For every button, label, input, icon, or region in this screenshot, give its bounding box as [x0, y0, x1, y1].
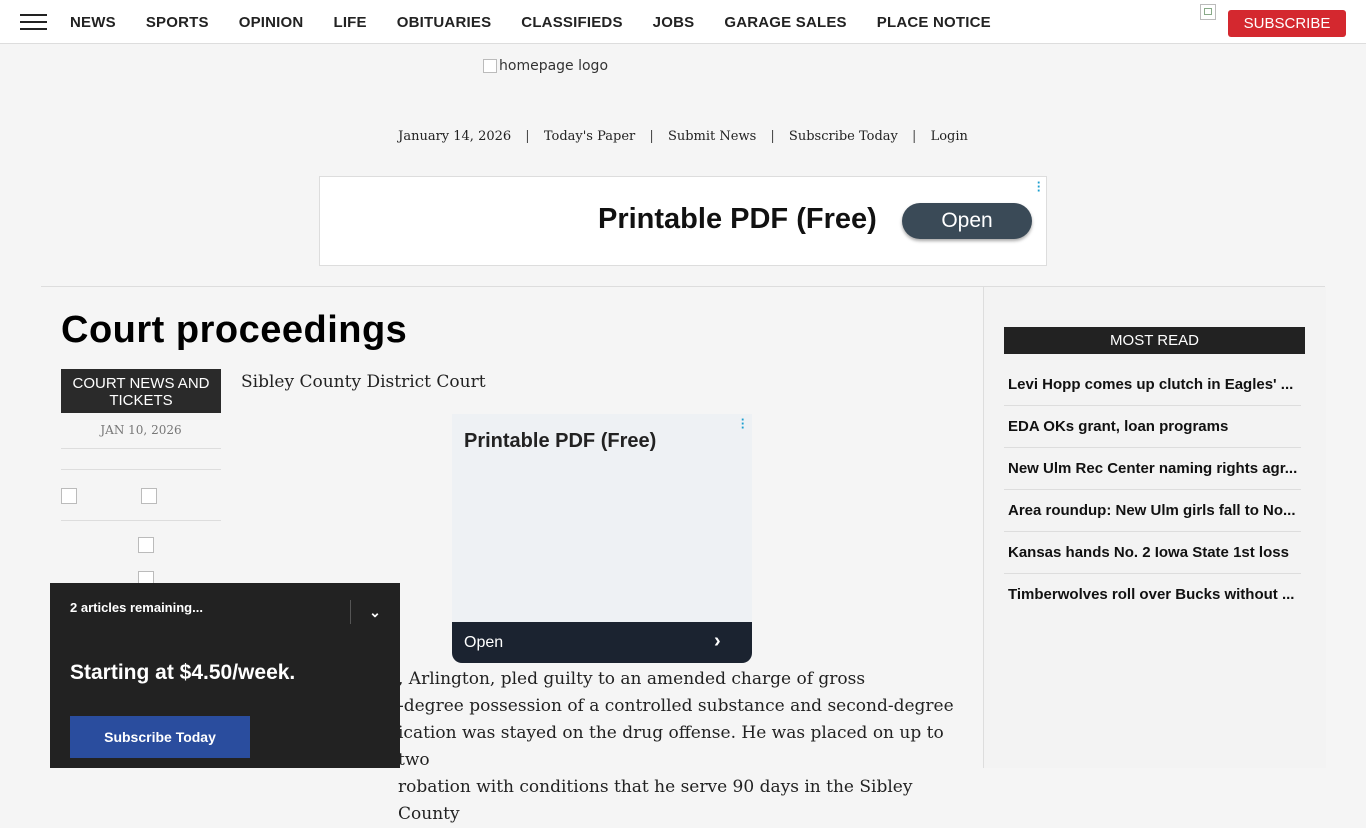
nav-place-notice[interactable]: PLACE NOTICE	[877, 14, 991, 31]
category-badge[interactable]: COURT NEWS AND TICKETS	[61, 369, 221, 413]
ad-open-button[interactable]: Open	[902, 203, 1032, 239]
divider	[61, 469, 221, 470]
ad-options-icon[interactable]: · · ·	[740, 414, 746, 434]
paywall-overlay: 2 articles remaining... ⌄ Starting at $4…	[50, 583, 400, 768]
todays-paper-link[interactable]: Today's Paper	[544, 129, 635, 144]
most-read-item[interactable]: Area roundup: New Ulm girls fall to No..…	[1004, 490, 1301, 532]
share-email-icon[interactable]	[138, 537, 154, 553]
nav-news[interactable]: NEWS	[70, 14, 116, 31]
subscription-price: Starting at $4.50/week.	[70, 661, 296, 684]
article-date: JAN 10, 2026	[100, 423, 182, 437]
share-twitter-icon[interactable]	[141, 488, 157, 504]
ad-options-icon[interactable]: · · ·	[1036, 176, 1042, 197]
date-links-bar: January 14, 2026 | Today's Paper | Submi…	[0, 129, 1366, 144]
current-date: January 14, 2026	[398, 129, 512, 144]
submit-news-link[interactable]: Submit News	[668, 129, 756, 144]
most-read-item[interactable]: EDA OKs grant, loan programs	[1004, 406, 1301, 448]
share-facebook-icon[interactable]	[61, 488, 77, 504]
ad-headline: Printable PDF (Free)	[598, 203, 877, 235]
ad-headline: Printable PDF (Free)	[464, 430, 657, 452]
subscribe-button[interactable]: SUBSCRIBE	[1228, 10, 1346, 37]
most-read-item[interactable]: Kansas hands No. 2 Iowa State 1st loss	[1004, 532, 1301, 574]
top-nav-bar: NEWS SPORTS OPINION LIFE OBITUARIES CLAS…	[0, 0, 1366, 44]
nav-opinion[interactable]: OPINION	[239, 14, 304, 31]
broken-image-icon	[483, 59, 497, 73]
nav-jobs[interactable]: JOBS	[653, 14, 695, 31]
main-nav: NEWS SPORTS OPINION LIFE OBITUARIES CLAS…	[70, 0, 1021, 44]
chevron-down-icon[interactable]: ⌄	[362, 599, 388, 625]
nav-sports[interactable]: SPORTS	[146, 14, 209, 31]
most-read-item[interactable]: New Ulm Rec Center naming rights agr...	[1004, 448, 1301, 490]
homepage-logo[interactable]: homepage logo	[483, 58, 608, 74]
nav-life[interactable]: LIFE	[333, 14, 366, 31]
most-read-item[interactable]: Levi Hopp comes up clutch in Eagles' ...	[1004, 364, 1301, 406]
separator: |	[912, 129, 917, 144]
logo-alt-text: homepage logo	[499, 58, 609, 74]
divider	[61, 520, 221, 521]
nav-garage-sales[interactable]: GARAGE SALES	[724, 14, 846, 31]
articles-remaining: 2 articles remaining...	[70, 600, 203, 615]
divider	[350, 600, 351, 624]
subscribe-today-link[interactable]: Subscribe Today	[789, 129, 898, 144]
nav-classifieds[interactable]: CLASSIFIEDS	[521, 14, 622, 31]
most-read-header: MOST READ	[1004, 327, 1305, 354]
most-read-item[interactable]: Timberwolves roll over Bucks without ...	[1004, 574, 1301, 616]
nav-obituaries[interactable]: OBITUARIES	[397, 14, 492, 31]
chevron-right-icon: ›	[714, 630, 721, 652]
separator: |	[770, 129, 775, 144]
login-link[interactable]: Login	[931, 129, 968, 144]
separator: |	[649, 129, 654, 144]
article-title: Court proceedings	[61, 309, 408, 351]
article-subhead: Sibley County District Court	[241, 372, 486, 392]
inline-ad[interactable]: · · · Printable PDF (Free) Open ›	[452, 414, 752, 663]
hamburger-icon[interactable]	[20, 14, 47, 31]
body-line: robation with conditions that he serve 9…	[398, 777, 913, 824]
top-banner-ad[interactable]: · · · Printable PDF (Free) Open	[319, 176, 1047, 266]
divider	[61, 448, 221, 449]
subscribe-today-button[interactable]: Subscribe Today	[70, 716, 250, 758]
ad-open-label: Open	[464, 634, 504, 651]
broken-image-icon	[1200, 4, 1216, 20]
separator: |	[525, 129, 530, 144]
most-read-list: Levi Hopp comes up clutch in Eagles' ...…	[1004, 364, 1301, 616]
ad-open-bar[interactable]: Open ›	[452, 622, 752, 663]
